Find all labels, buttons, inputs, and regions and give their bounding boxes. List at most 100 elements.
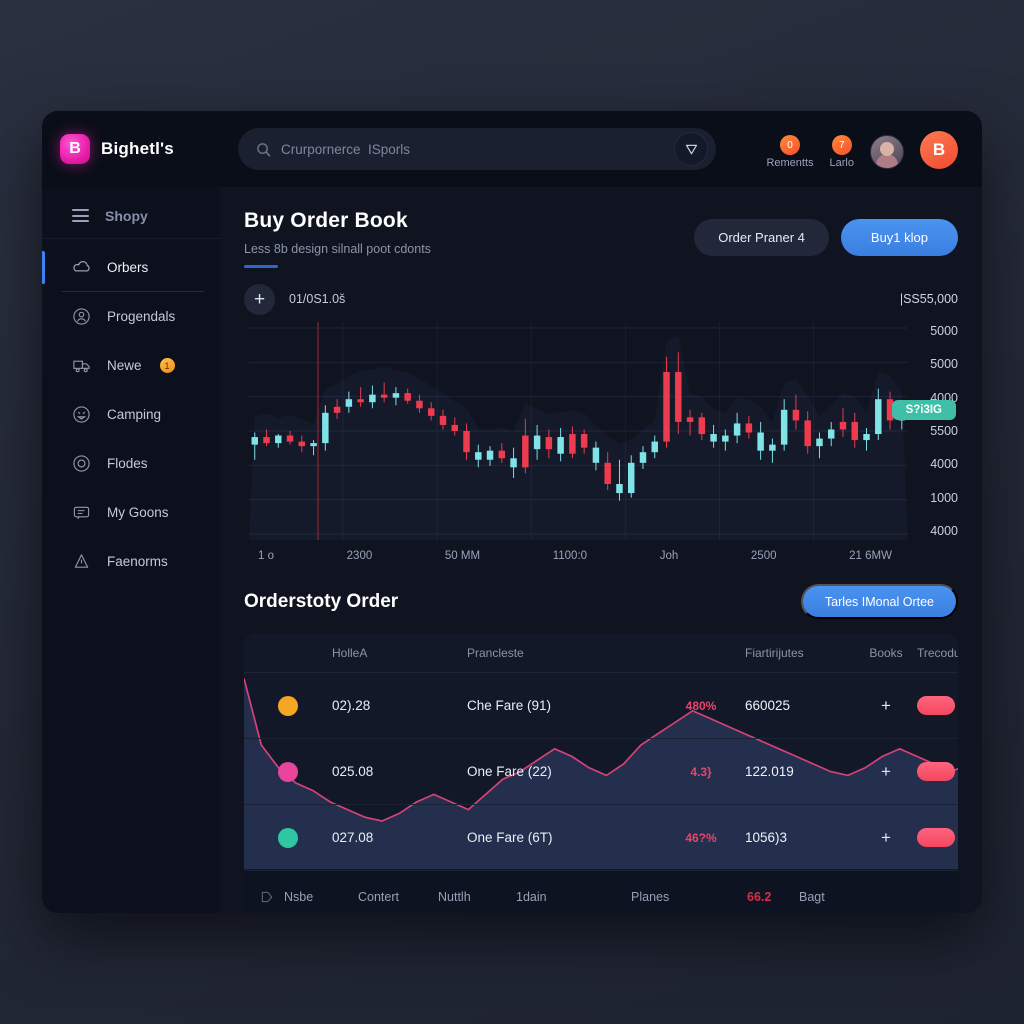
user-circle-icon (72, 307, 91, 326)
filter-triangle-icon[interactable] (674, 132, 708, 166)
sidebar-item-orbers[interactable]: Orbers (42, 243, 220, 292)
row-name: One Fare (6T) (467, 830, 553, 845)
x-tick: Joh (659, 550, 679, 562)
x-tick: 50 MM (444, 550, 481, 562)
row-pill (917, 696, 955, 715)
chart-max-label: |SS55,000 (899, 292, 958, 306)
row-pill (917, 762, 955, 781)
search-bar[interactable] (238, 128, 716, 170)
column-header: Fiartirijutes (745, 645, 804, 660)
notification-label: Larlo (829, 157, 854, 169)
cloud-icon (72, 258, 91, 277)
notification-badge: 7 (831, 135, 852, 155)
avatar[interactable] (870, 135, 904, 169)
row-number: 1056)3 (745, 830, 788, 845)
brand[interactable]: B Bighetl's (60, 134, 238, 164)
order-praner-button[interactable]: Order Praner 4 (694, 219, 829, 256)
buy-klop-button[interactable]: Buy1 klop (840, 219, 958, 256)
candlestick-chart[interactable]: 5000 5000 4000 5500 4000 1000 4000 S?i3I… (244, 322, 958, 540)
row-id: 025.08 (332, 764, 374, 779)
row-percent: 46?% (685, 830, 717, 845)
x-tick: 21 6MW (849, 550, 892, 562)
chart-y-axis: 5000 5000 4000 5500 4000 1000 4000 (896, 322, 958, 540)
table-footer: Nsbe Contert Nuttlh 1dain Planes 66.2 Ba… (244, 871, 958, 913)
order-section-header: Orderstoty Order Tarles IMonal Ortee (244, 584, 958, 619)
sidebar-item-progendals[interactable]: Progendals (42, 292, 220, 341)
footer-item[interactable]: Planes (631, 890, 747, 904)
search-input[interactable] (271, 141, 674, 157)
chart-add-button[interactable]: + (244, 283, 275, 315)
row-badge-group: 4.00 (917, 762, 958, 781)
header-actions: Order Praner 4 Buy1 klop (694, 209, 958, 256)
tag-icon[interactable] (250, 890, 284, 904)
notification-badge: 0 (779, 135, 800, 155)
footer-item[interactable]: Nuttlh (438, 890, 516, 904)
sidebar-header[interactable]: Shopy (42, 193, 220, 239)
page-subtitle: Less 8b design silnall poot cdonts (244, 242, 431, 256)
tarles-monal-ortee-button[interactable]: Tarles IMonal Ortee (800, 584, 958, 619)
sidebar-item-camping[interactable]: Camping (42, 390, 220, 439)
row-pill (917, 828, 955, 847)
current-price-badge: S?i3IG (891, 400, 956, 420)
sidebar-item-label: Progendals (107, 309, 176, 324)
table-row[interactable]: 02).28 Che Fare (91) 480% 660025 + 4.02 (244, 673, 958, 739)
column-header: HolleA (332, 645, 368, 660)
truck-icon (72, 356, 91, 375)
column-header: Trecodurme (917, 645, 958, 660)
search-icon (256, 142, 271, 157)
row-number: 122.019 (745, 764, 794, 779)
notification-rementts[interactable]: 0 Rementts (766, 129, 814, 169)
row-id: 027.08 (332, 830, 374, 845)
row-percent: 4.3} (690, 764, 712, 779)
sidebar-item-badge: 1 (159, 358, 175, 373)
y-tick: 5500 (930, 423, 958, 438)
table-header-row: HolleA Prancleste Fiartirijutes Books Tr… (244, 633, 958, 673)
status-dot (278, 827, 298, 848)
footer-item[interactable]: Bagt (799, 890, 958, 904)
hamburger-icon[interactable] (72, 209, 89, 222)
row-add-button[interactable]: + (855, 828, 917, 848)
page-title-group: Buy Order Book Less 8b design silnall po… (244, 209, 431, 268)
sidebar-item-label: Camping (107, 407, 162, 422)
y-tick: 5000 (930, 357, 958, 372)
sidebar-item-flodes[interactable]: Flodes (42, 439, 220, 488)
sidebar-nav: Orbers Progendals Newe 1 Camping Flodes … (42, 239, 220, 586)
x-tick: 2300 (346, 550, 373, 562)
order-section-title: Orderstoty Order (244, 590, 399, 612)
chart-toolbar: + 01/0S1.0š |SS55,000 (244, 282, 958, 316)
table-row[interactable]: 027.08 One Fare (6T) 46?% 1056)3 + 9.09 (244, 805, 958, 871)
x-tick: 2500 (750, 550, 777, 562)
footer-item[interactable]: Contert (358, 890, 438, 904)
row-add-button[interactable]: + (855, 762, 917, 782)
footer-item[interactable]: Nsbe (284, 890, 358, 904)
y-tick: 1000 (930, 490, 958, 505)
footer-item[interactable]: 1dain (516, 890, 631, 904)
title-underline (244, 265, 278, 268)
sidebar-item-label: My Goons (107, 505, 169, 520)
row-name: Che Fare (91) (467, 698, 552, 713)
sidebar-item-label: Flodes (107, 456, 148, 471)
row-status (244, 761, 332, 782)
page-title: Buy Order Book (244, 209, 408, 232)
sidebar-item-newe[interactable]: Newe 1 (42, 341, 220, 390)
avatar-brand[interactable]: B (920, 131, 958, 169)
topbar-actions: 0 Rementts 7 Larlo B (766, 129, 962, 169)
table-row[interactable]: 025.08 One Fare (22) 4.3} 122.019 + 4.00 (244, 739, 958, 805)
orders-table: HolleA Prancleste Fiartirijutes Books Tr… (244, 633, 958, 913)
sidebar-item-label: Faenorms (107, 554, 168, 569)
status-dot (278, 695, 298, 716)
chat-icon (72, 503, 91, 522)
body-split: Shopy Orbers Progendals Newe 1 Camping F… (42, 187, 982, 913)
row-number: 660025 (745, 698, 791, 713)
sidebar-item-faenorms[interactable]: Faenorms (42, 537, 220, 586)
column-header: Books (869, 645, 903, 660)
top-bar: B Bighetl's 0 Rementts 7 L (42, 111, 982, 187)
notification-larlo[interactable]: 7 Larlo (830, 129, 854, 169)
row-add-button[interactable]: + (855, 696, 917, 716)
chart-canvas (248, 322, 908, 540)
footer-value: 66.2 (747, 890, 772, 904)
sidebar-item-my-goons[interactable]: My Goons (42, 488, 220, 537)
chart-date-label: 01/0S1.0š (289, 292, 346, 306)
row-status (244, 827, 332, 848)
brand-name: Bighetl's (101, 139, 174, 158)
